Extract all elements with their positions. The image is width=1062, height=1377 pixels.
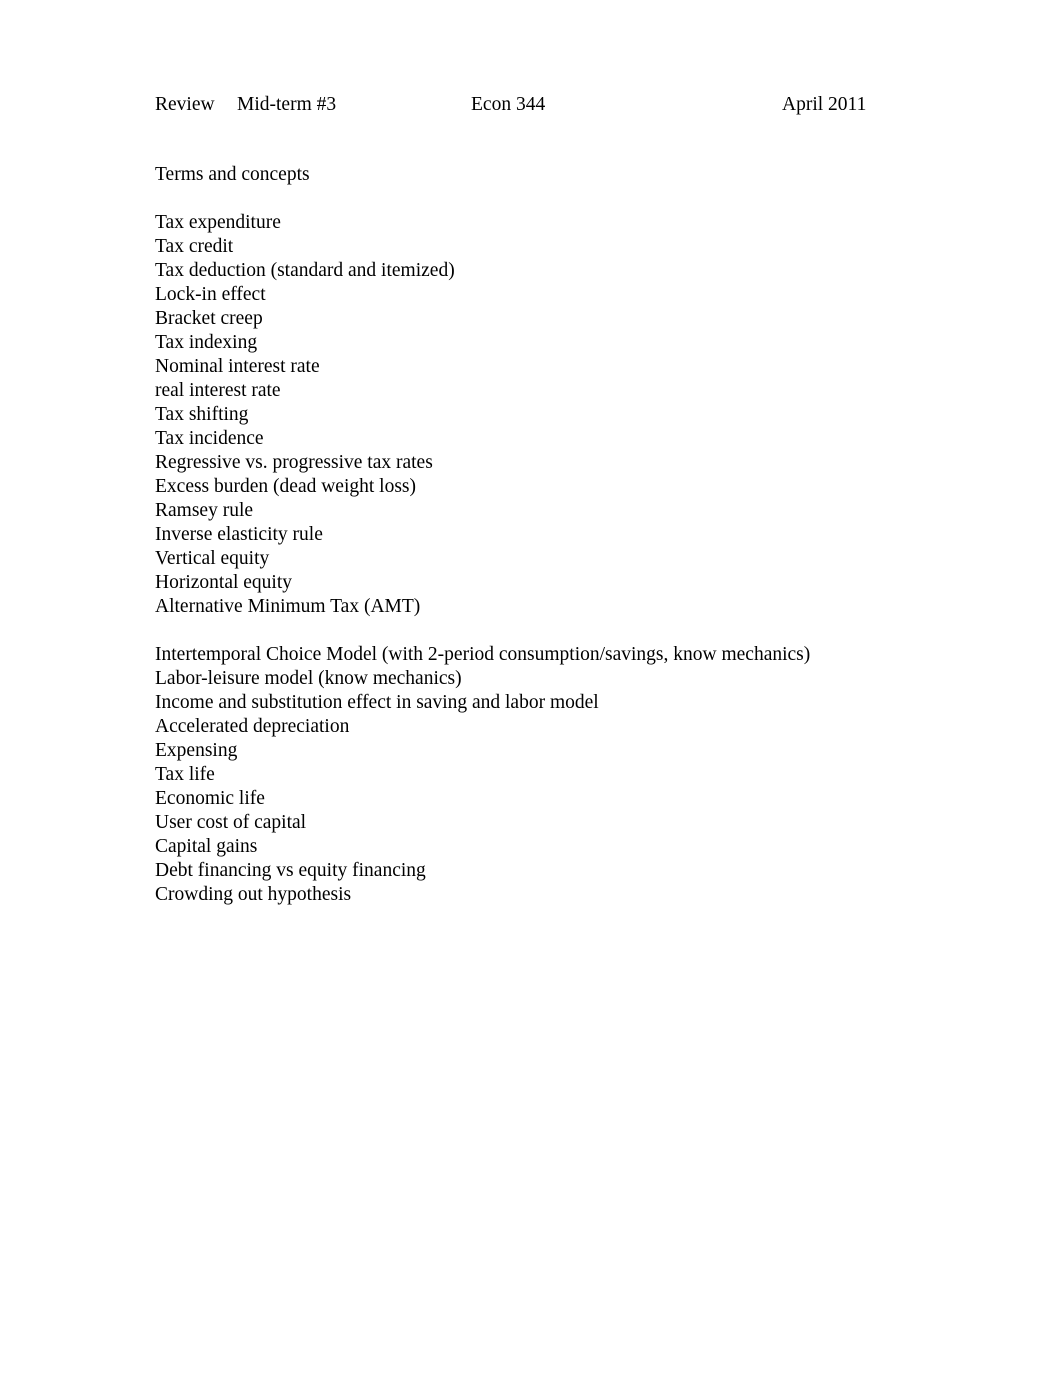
list-item: Tax deduction (standard and itemized) [155,260,455,281]
list-item: Intertemporal Choice Model (with 2-perio… [155,644,811,665]
header-date-label: April 2011 [782,94,867,115]
list-item: Regressive vs. progressive tax rates [155,452,433,473]
document-body: Review Mid-term #3 Econ 344 April 2011 T… [155,92,945,907]
list-item: Horizontal equity [155,572,293,593]
list-item: Accelerated depreciation [155,716,350,737]
list-item: Tax shifting [155,404,249,425]
list-item: Tax life [155,764,215,785]
list-item: Tax incidence [155,428,264,449]
list-item: Vertical equity [155,548,270,569]
list-item: Lock-in effect [155,284,266,305]
terms-list-group-one: Tax expenditure Tax credit Tax deduction… [155,211,945,619]
list-item: Bracket creep [155,308,263,329]
document-page: Review Mid-term #3 Econ 344 April 2011 T… [0,0,1062,1377]
section-title-spacer [155,187,945,211]
list-item: Excess burden (dead weight loss) [155,476,417,497]
list-item: Economic life [155,788,265,809]
list-item: Tax credit [155,236,234,257]
header-review-label: Review [155,94,215,115]
list-item: Alternative Minimum Tax (AMT) [155,596,421,617]
terms-group-separator [155,619,945,643]
list-item: Expensing [155,740,238,761]
list-item: Nominal interest rate [155,356,320,377]
document-header: Review Mid-term #3 Econ 344 April 2011 [155,92,945,118]
list-item: Tax expenditure [155,212,281,233]
list-item: Inverse elasticity rule [155,524,323,545]
list-item: Ramsey rule [155,500,254,521]
header-spacer [155,118,945,163]
list-item: real interest rate [155,380,281,401]
header-course-label: Econ 344 [471,94,546,115]
terms-list-group-two: Intertemporal Choice Model (with 2-perio… [155,643,945,907]
section-title-terms-and-concepts: Terms and concepts [155,164,310,185]
list-item: Income and substitution effect in saving… [155,692,599,713]
list-item: Tax indexing [155,332,258,353]
list-item: Capital gains [155,836,258,857]
header-exam-label: Mid-term #3 [237,94,337,115]
list-item: User cost of capital [155,812,307,833]
list-item: Crowding out hypothesis [155,884,352,905]
list-item: Debt financing vs equity financing [155,860,426,881]
list-item: Labor-leisure model (know mechanics) [155,668,462,689]
